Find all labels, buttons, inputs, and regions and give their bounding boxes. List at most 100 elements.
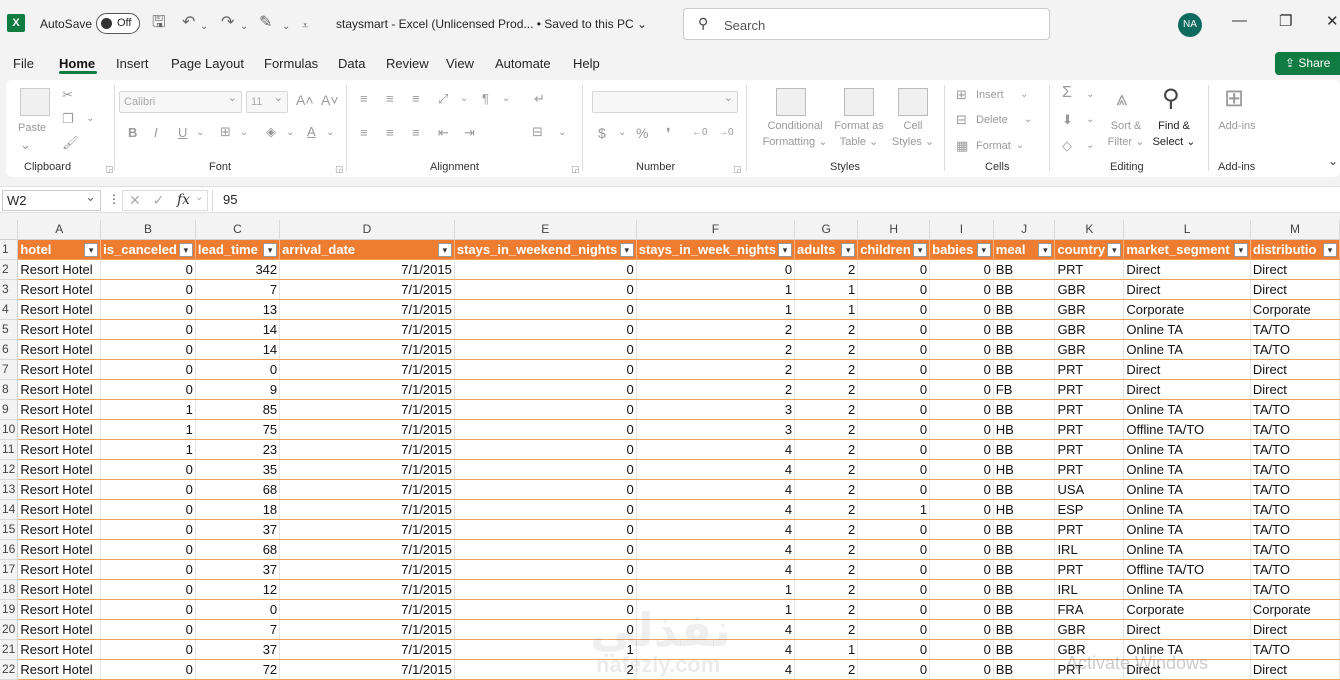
formula-input[interactable]: 95 bbox=[212, 190, 1340, 211]
number-format-select[interactable] bbox=[592, 91, 738, 113]
table-cell[interactable]: 0 bbox=[857, 399, 931, 420]
table-cell[interactable]: 7/1/2015 bbox=[279, 359, 455, 380]
table-cell[interactable]: TA/TO bbox=[1250, 419, 1340, 440]
table-cell[interactable]: 0 bbox=[929, 459, 994, 480]
table-cell[interactable]: Resort Hotel bbox=[17, 479, 102, 500]
table-cell[interactable]: 1 bbox=[636, 299, 796, 320]
table-cell[interactable]: PRT bbox=[1054, 259, 1125, 280]
table-cell[interactable]: 7/1/2015 bbox=[279, 399, 455, 420]
table-cell[interactable]: 0 bbox=[454, 379, 637, 400]
header-cell[interactable]: distributio ▾ bbox=[1250, 239, 1340, 260]
borders-icon[interactable]: ⊞ bbox=[220, 125, 231, 139]
table-cell[interactable]: 0 bbox=[857, 279, 931, 300]
filter-dropdown-icon[interactable]: ▾ bbox=[1233, 243, 1248, 257]
search-input[interactable]: Search bbox=[724, 18, 765, 33]
table-cell[interactable]: PRT bbox=[1054, 459, 1125, 480]
column-letter[interactable]: G bbox=[794, 220, 859, 240]
table-cell[interactable]: 75 bbox=[195, 419, 281, 440]
table-cell[interactable]: Resort Hotel bbox=[17, 519, 102, 540]
save-icon[interactable]: 🖫 bbox=[152, 14, 166, 32]
table-cell[interactable]: 2 bbox=[636, 359, 796, 380]
table-cell[interactable]: TA/TO bbox=[1250, 479, 1340, 500]
touch-mode-icon[interactable]: ✎ bbox=[259, 14, 272, 32]
table-cell[interactable]: TA/TO bbox=[1250, 439, 1340, 460]
table-cell[interactable]: Direct bbox=[1250, 279, 1340, 300]
table-cell[interactable]: 4 bbox=[636, 539, 796, 560]
table-cell[interactable]: 0 bbox=[929, 559, 994, 580]
select-label[interactable]: Select ⌄ bbox=[1150, 134, 1198, 150]
name-box[interactable]: W2 bbox=[2, 189, 101, 211]
tab-formulas[interactable]: Formulas bbox=[264, 56, 318, 71]
minimize-icon[interactable]: — bbox=[1232, 12, 1247, 29]
table-cell[interactable]: Resort Hotel bbox=[17, 359, 102, 380]
table-cell[interactable]: 0 bbox=[100, 599, 196, 620]
table-cell[interactable]: 2 bbox=[794, 519, 859, 540]
filter-label[interactable]: Filter ⌄ bbox=[1106, 134, 1146, 150]
table-cell[interactable]: Resort Hotel bbox=[17, 599, 102, 620]
table-cell[interactable]: BB bbox=[993, 619, 1056, 640]
filter-dropdown-icon[interactable]: ▾ bbox=[178, 243, 193, 257]
table-cell[interactable]: 7/1/2015 bbox=[279, 299, 455, 320]
table-cell[interactable]: 2 bbox=[794, 339, 859, 360]
table-cell[interactable]: BB bbox=[993, 659, 1056, 680]
table-cell[interactable]: GBR bbox=[1054, 279, 1125, 300]
table-cell[interactable]: 0 bbox=[636, 259, 796, 280]
share-button[interactable]: ⇪ Share bbox=[1275, 52, 1340, 75]
table-cell[interactable]: Corporate bbox=[1250, 299, 1340, 320]
underline-dropdown-icon[interactable]: ⌄ bbox=[196, 126, 204, 140]
table-cell[interactable]: 12 bbox=[195, 579, 281, 600]
header-cell[interactable]: hotel ▾ bbox=[17, 239, 102, 260]
filter-dropdown-icon[interactable]: ▾ bbox=[1038, 243, 1053, 257]
table-cell[interactable]: Resort Hotel bbox=[17, 379, 102, 400]
fill-icon[interactable]: ⬇ bbox=[1062, 113, 1073, 127]
table-cell[interactable]: PRT bbox=[1054, 359, 1125, 380]
table-cell[interactable]: Direct bbox=[1123, 619, 1251, 640]
table-cell[interactable]: 2 bbox=[794, 459, 859, 480]
table-cell[interactable]: BB bbox=[993, 439, 1056, 460]
table-cell[interactable]: 7 bbox=[195, 279, 281, 300]
row-number[interactable]: 9 bbox=[0, 399, 19, 420]
table-cell[interactable]: 0 bbox=[100, 499, 196, 520]
align-center-icon[interactable]: ≡ bbox=[386, 126, 394, 140]
table-cell[interactable]: 0 bbox=[100, 379, 196, 400]
table-cell[interactable]: 3 bbox=[636, 419, 796, 440]
table-cell[interactable]: 7/1/2015 bbox=[279, 479, 455, 500]
undo-dropdown-icon[interactable]: ⌄ bbox=[200, 18, 208, 36]
table-cell[interactable]: 342 bbox=[195, 259, 281, 280]
table-cell[interactable]: 0 bbox=[454, 399, 637, 420]
orientation-icon[interactable]: ⤢ bbox=[438, 92, 448, 106]
clear-dropdown-icon[interactable]: ⌄ bbox=[1086, 139, 1094, 153]
table-cell[interactable]: IRL bbox=[1054, 579, 1125, 600]
table-cell[interactable]: Direct bbox=[1123, 259, 1251, 280]
table-cell[interactable]: 13 bbox=[195, 299, 281, 320]
table-cell[interactable]: 7 bbox=[195, 619, 281, 640]
row-number[interactable]: 3 bbox=[0, 279, 19, 300]
decrease-font-icon[interactable]: A˅ bbox=[321, 93, 339, 107]
table-cell[interactable]: TA/TO bbox=[1250, 519, 1340, 540]
row-number[interactable]: 19 bbox=[0, 599, 19, 620]
table-cell[interactable]: 2 bbox=[794, 539, 859, 560]
currency-dropdown-icon[interactable]: ⌄ bbox=[618, 126, 626, 140]
format-as-label[interactable]: Format as bbox=[830, 118, 888, 134]
table-cell[interactable]: 2 bbox=[794, 579, 859, 600]
table-cell[interactable]: 1 bbox=[636, 579, 796, 600]
table-cell[interactable]: 0 bbox=[454, 339, 637, 360]
table-cell[interactable]: BB bbox=[993, 399, 1056, 420]
table-cell[interactable]: 2 bbox=[794, 659, 859, 680]
column-letter[interactable]: B bbox=[100, 220, 196, 240]
table-cell[interactable]: 0 bbox=[857, 439, 931, 460]
table-cell[interactable]: 2 bbox=[794, 599, 859, 620]
table-cell[interactable]: 1 bbox=[794, 639, 859, 660]
undo-icon[interactable]: ↶ bbox=[182, 14, 195, 32]
table-cell[interactable]: 0 bbox=[454, 479, 637, 500]
table-cell[interactable]: 0 bbox=[100, 299, 196, 320]
delete-dropdown-icon[interactable]: ⌄ bbox=[1024, 113, 1032, 127]
table-cell[interactable]: 2 bbox=[636, 379, 796, 400]
table-cell[interactable]: 0 bbox=[929, 639, 994, 660]
row-number[interactable]: 21 bbox=[0, 639, 19, 660]
clipboard-launcher-icon[interactable]: ◲ bbox=[105, 162, 114, 176]
header-cell[interactable]: market_segment ▾ bbox=[1123, 239, 1251, 260]
table-cell[interactable]: 0 bbox=[100, 259, 196, 280]
table-cell[interactable]: Direct bbox=[1123, 359, 1251, 380]
row-number[interactable]: 22 bbox=[0, 659, 19, 680]
